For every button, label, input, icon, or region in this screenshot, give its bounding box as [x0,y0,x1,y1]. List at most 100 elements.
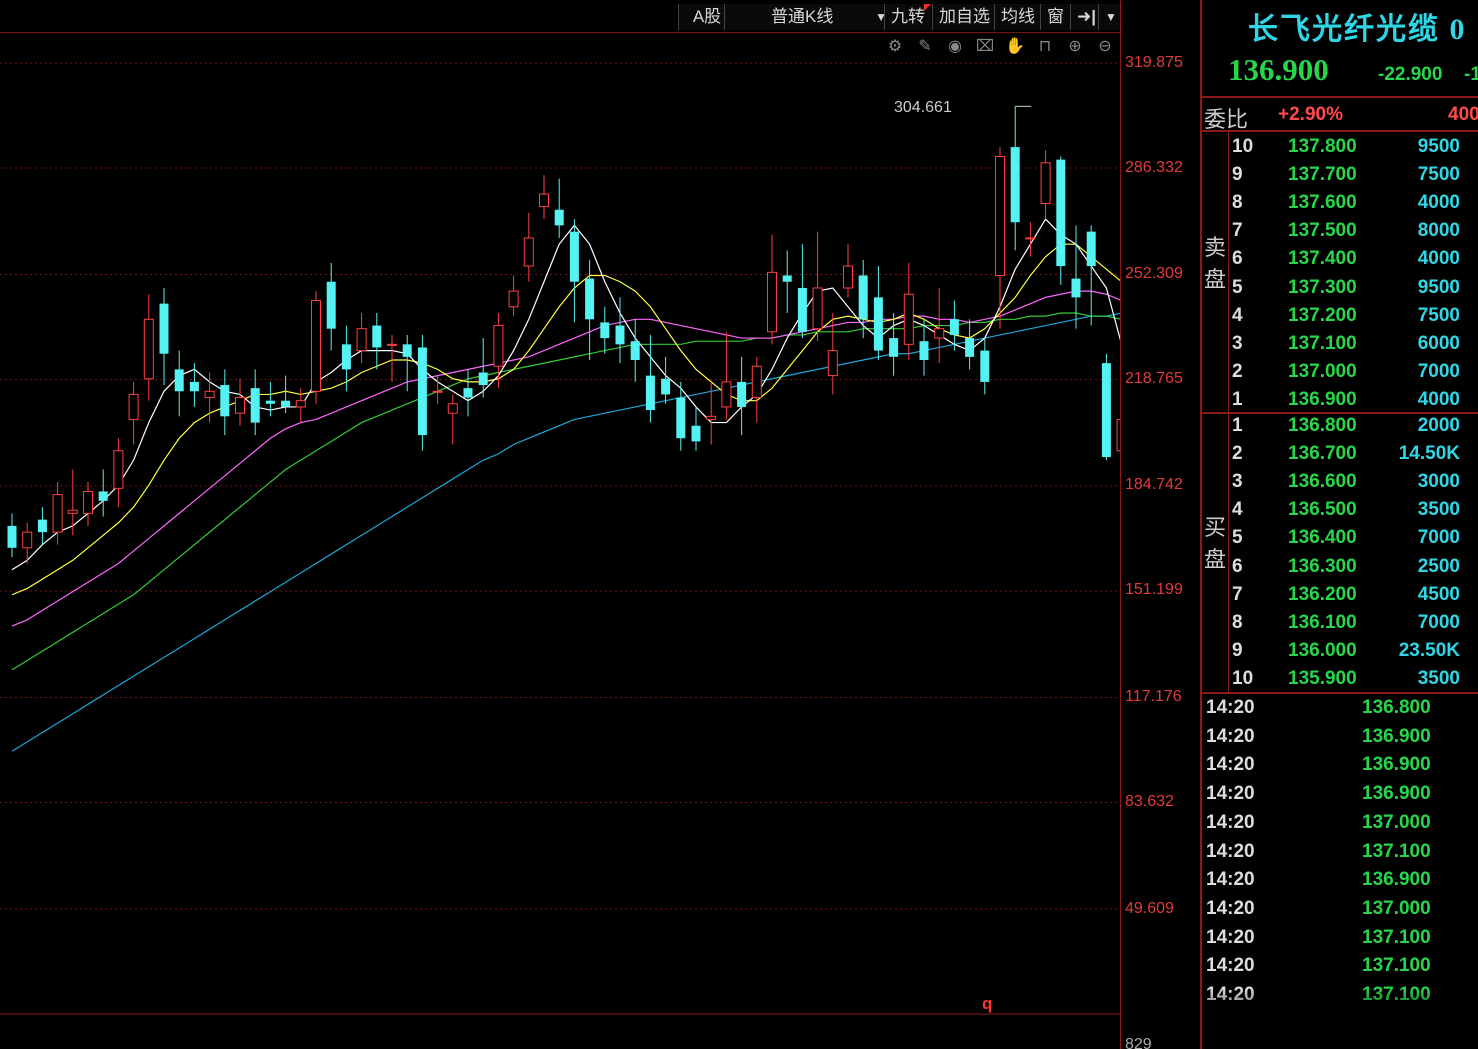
sell-book-row[interactable]: 6 137.400 4000 [1202,248,1478,276]
candle-body [372,325,382,348]
buy-book-row[interactable]: 6 136.300 2500 [1202,556,1478,584]
stock-name[interactable]: 长飞光纤光缆 0 [1248,4,1467,48]
hand-icon[interactable]: ✋ [1004,36,1026,58]
sell-book-row[interactable]: 9 137.700 7500 [1202,164,1478,192]
weibi-diff: 400 [1448,104,1478,125]
trade-row: 14:20 136.900 [1202,726,1478,754]
divider [1202,130,1478,132]
buy-book-row[interactable]: 5 136.400 7000 [1202,527,1478,555]
kline-type-select[interactable]: 普通K线 ▼ [724,4,893,30]
candle-body [569,231,579,282]
price-tick: 286.332 [1125,159,1183,176]
book-level: 10 [1232,136,1254,157]
lock-icon[interactable]: ⊓ [1034,36,1056,58]
book-level: 5 [1232,276,1243,298]
gear-icon[interactable]: ⚙ [884,36,906,58]
divider [1202,692,1478,694]
price-tick: 252.309 [1125,265,1183,282]
eye-icon[interactable]: ◉ [944,36,966,58]
weibi-row: 委比 +2.90% 400 [1202,100,1478,132]
candle-body [1010,147,1020,223]
price-tick: 117.176 [1125,688,1182,705]
candle-body [235,397,245,414]
book-level: 3 [1232,332,1243,354]
candle-body [903,293,914,345]
book-price: 137.600 [1288,192,1357,214]
candle-body [52,494,63,533]
candle-body [204,390,215,399]
candle-body [691,425,701,442]
candle-body [782,275,792,282]
book-volume: 3500 [1417,667,1460,689]
candle-body [539,193,549,208]
zoom-in-icon[interactable]: ⊕ [1064,36,1086,58]
candle-body [585,278,595,320]
book-price: 136.300 [1288,555,1357,577]
book-level: 8 [1232,611,1243,633]
sell-book-row[interactable]: 2 137.000 7000 [1202,361,1478,389]
ma20-line [11,290,1120,627]
zoom-out-icon[interactable]: ⊖ [1094,36,1116,58]
sell-book-row[interactable]: 3 137.100 6000 [1202,333,1478,361]
buy-book-row[interactable]: 8 136.100 7000 [1202,612,1478,640]
kline-chart-area[interactable]: A股 普通K线 ▼ 九转 加自选 均线 窗 ➜| ▼ ⚙ ✎ ◉ ⌧ ✋ ⊓ ⊕… [0,0,1200,1049]
kline-chart[interactable] [0,0,1120,1049]
book-volume: 2000 [1417,415,1460,436]
candle-body [934,328,945,339]
candle-body [356,328,367,352]
trade-time: 14:20 [1206,926,1255,948]
candle-body [919,341,929,360]
book-price: 136.800 [1288,415,1357,436]
book-price: 136.900 [1288,388,1357,410]
candle-body [417,347,427,436]
candle-body [402,344,412,357]
ma-button[interactable]: 均线 [994,4,1041,30]
candle-body [128,393,139,420]
price-tick: 151.199 [1125,581,1183,598]
book-volume: 4000 [1417,248,1460,270]
candle-body [600,322,610,339]
candle-body [721,381,732,408]
candle-body [508,290,519,308]
book-price: 137.000 [1288,360,1357,382]
add-watchlist-button[interactable]: 加自选 [932,4,996,30]
volume-tick: 829 [1125,1036,1152,1049]
pen-icon[interactable]: ✎ [914,36,936,58]
sell-book-row[interactable]: 8 137.600 4000 [1202,192,1478,220]
sell-book-row[interactable]: 5 137.300 9500 [1202,277,1478,305]
sell-book-row[interactable]: 10 137.800 9500 [1202,136,1478,164]
window-button[interactable]: 窗 [1040,4,1070,30]
kline-type-label: 普通K线 [771,7,834,26]
trade-row: 14:20 137.100 [1202,927,1478,955]
buy-book-row[interactable]: 2 136.700 14.50K [1202,443,1478,471]
book-volume: 3500 [1417,499,1460,521]
candle-body [220,385,230,417]
book-price: 136.500 [1288,499,1357,521]
book-level: 1 [1232,388,1243,410]
candle-body [113,450,124,489]
book-level: 1 [1232,415,1243,436]
book-level: 9 [1232,639,1243,661]
candle-body [1040,162,1051,204]
candle-body [463,388,473,398]
trade-time: 14:20 [1206,869,1255,891]
candle-body [7,525,17,548]
trade-row: 14:20 136.900 [1202,754,1478,782]
candle-body [812,287,823,330]
candle-body [858,275,868,320]
trash-icon[interactable]: ⌧ [974,36,996,58]
buy-book-row[interactable]: 7 136.200 4500 [1202,584,1478,612]
buy-book-row[interactable]: 9 136.000 23.50K [1202,640,1478,668]
book-level: 7 [1232,220,1243,242]
sell-book-row[interactable]: 7 137.500 8000 [1202,220,1478,248]
trade-time: 14:20 [1206,955,1255,977]
buy-book-row[interactable]: 4 136.500 3500 [1202,499,1478,527]
book-price: 137.200 [1288,304,1357,326]
buy-book-row[interactable]: 1 136.800 2000 [1202,415,1478,443]
book-level: 7 [1232,583,1243,605]
candle-body [326,281,336,329]
buy-book-row[interactable]: 3 136.600 3000 [1202,471,1478,499]
trade-row: 14:20 137.000 [1202,898,1478,926]
book-volume: 8000 [1417,220,1460,242]
sell-book-row[interactable]: 4 137.200 7500 [1202,305,1478,333]
